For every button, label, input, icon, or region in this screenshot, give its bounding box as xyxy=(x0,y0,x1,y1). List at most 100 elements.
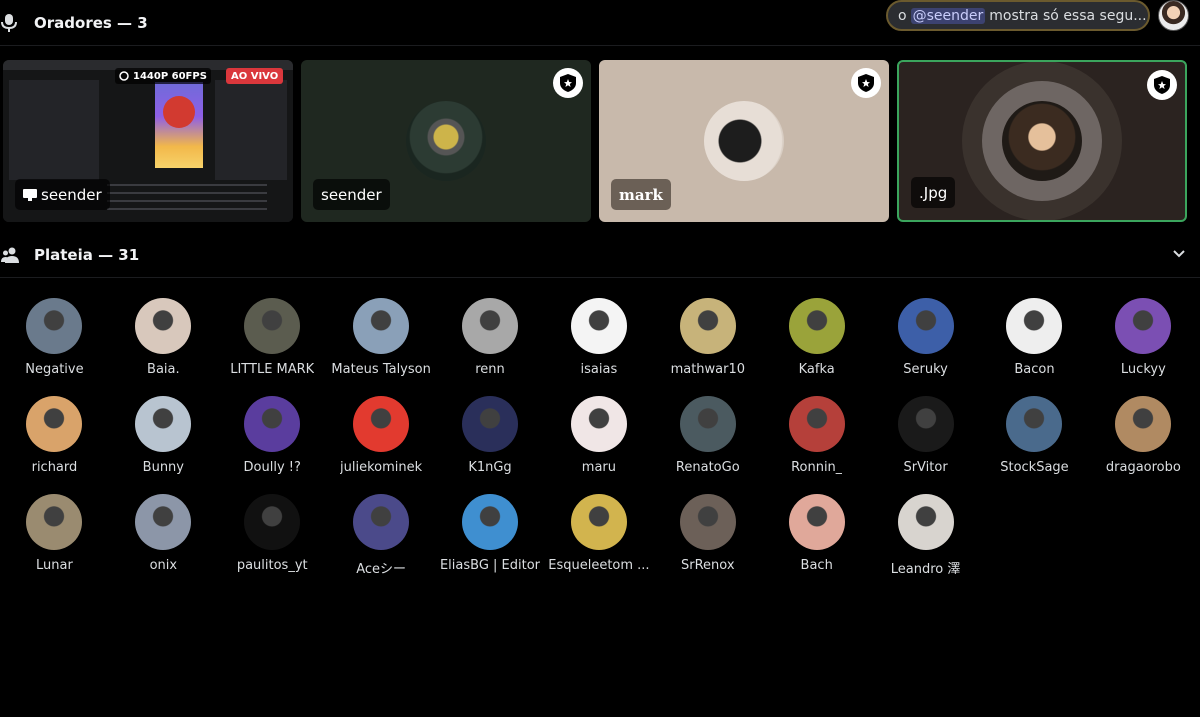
speaker-tile-mark[interactable]: mark xyxy=(599,60,889,222)
moderator-shield-icon xyxy=(1147,70,1177,100)
speaker-tile-jpg[interactable]: .Jpg xyxy=(897,60,1187,222)
audience-member[interactable]: Baia. xyxy=(109,298,218,382)
member-avatar xyxy=(897,396,954,452)
audience-member[interactable]: LITTLE MARK xyxy=(218,298,327,382)
audience-member[interactable]: Bach xyxy=(762,494,871,578)
chevron-down-icon[interactable] xyxy=(1172,249,1186,259)
stream-name-label: seender xyxy=(15,179,110,210)
member-name: Aceシー xyxy=(356,562,407,577)
speaker-avatar xyxy=(1002,101,1082,181)
chat-message-pill[interactable]: o @seender mostra só essa segu... xyxy=(886,0,1150,31)
speaker-tile-seender[interactable]: seender xyxy=(301,60,591,222)
people-icon xyxy=(1,247,19,263)
audience-member[interactable]: juliekominek xyxy=(327,396,436,480)
audience-member[interactable]: renn xyxy=(436,298,545,382)
stream-panel xyxy=(215,80,287,180)
chat-mention[interactable]: @seender xyxy=(910,7,986,24)
member-avatar xyxy=(788,396,845,452)
microphone-icon xyxy=(1,13,17,32)
member-avatar xyxy=(788,298,845,354)
member-name: Seruky xyxy=(903,362,948,377)
member-avatar xyxy=(26,494,83,550)
member-name: mathwar10 xyxy=(670,362,746,377)
member-name: Lunar xyxy=(36,558,73,573)
member-name: isaias xyxy=(580,362,618,377)
audience-member[interactable]: Leandro 澤 xyxy=(871,494,980,578)
audience-member[interactable]: SrVitor xyxy=(871,396,980,480)
audience-member[interactable]: onix xyxy=(109,494,218,578)
stream-panel xyxy=(9,80,99,180)
member-name: onix xyxy=(149,558,178,573)
member-avatar xyxy=(135,396,192,452)
member-avatar xyxy=(462,494,518,550)
audience-member[interactable]: Luckyy xyxy=(1089,298,1198,382)
member-avatar xyxy=(135,494,192,550)
member-avatar xyxy=(897,298,954,354)
audience-member[interactable]: mathwar10 xyxy=(653,298,762,382)
member-avatar xyxy=(897,494,954,550)
member-avatar xyxy=(679,298,736,354)
moderator-shield-icon xyxy=(553,68,583,98)
audience-member[interactable]: SrRenox xyxy=(653,494,762,578)
audience-member[interactable]: Ronnin_ xyxy=(762,396,871,480)
audience-member[interactable]: Aceシー xyxy=(327,494,436,578)
member-avatar xyxy=(244,298,301,354)
audience-member[interactable]: dragaorobo xyxy=(1089,396,1198,480)
screen-share-icon xyxy=(23,188,37,201)
member-name: Esqueleetom ... xyxy=(548,558,650,573)
audience-member[interactable]: Esqueleetom ... xyxy=(544,494,653,578)
audience-member[interactable]: RenatoGo xyxy=(653,396,762,480)
member-name: Ronnin_ xyxy=(791,460,843,475)
member-name: Bacon xyxy=(1014,362,1055,377)
member-name: Kafka xyxy=(798,362,835,377)
audience-member[interactable]: Bunny xyxy=(109,396,218,480)
member-name: SrRenox xyxy=(681,558,735,573)
member-name: SrVitor xyxy=(903,460,948,475)
member-avatar xyxy=(353,298,410,354)
audience-member[interactable]: K1nGg xyxy=(436,396,545,480)
audience-member[interactable]: richard xyxy=(0,396,109,480)
member-name: Bach xyxy=(800,558,833,573)
audience-member[interactable]: Seruky xyxy=(871,298,980,382)
member-name: StockSage xyxy=(1000,460,1069,475)
user-avatar[interactable] xyxy=(1158,0,1189,31)
stream-tile[interactable]: 1440P 60FPS AO VIVO seender xyxy=(3,60,293,222)
timeline-track xyxy=(107,192,267,194)
member-name: Negative xyxy=(25,362,84,377)
audience-member[interactable]: Negative xyxy=(0,298,109,382)
audience-member[interactable]: Mateus Talyson xyxy=(327,298,436,382)
member-avatar xyxy=(353,396,410,452)
member-avatar xyxy=(462,396,518,452)
member-name: renn xyxy=(475,362,505,377)
live-badge: AO VIVO xyxy=(226,68,284,84)
member-name: maru xyxy=(581,460,616,475)
member-name: Leandro 澤 xyxy=(890,562,961,577)
speakers-title: Oradores — 3 xyxy=(34,13,148,32)
member-name: Mateus Talyson xyxy=(331,362,431,377)
member-avatar xyxy=(1006,396,1063,452)
stream-user-name: seender xyxy=(41,185,102,204)
member-name: richard xyxy=(31,460,78,475)
audience-header[interactable]: Plateia — 31 xyxy=(0,232,1200,278)
audience-member[interactable]: Lunar xyxy=(0,494,109,578)
member-avatar xyxy=(679,396,736,452)
stream-quality-badge: 1440P 60FPS xyxy=(115,68,211,84)
speaker-name-label: seender xyxy=(313,179,390,210)
member-name: LITTLE MARK xyxy=(230,362,315,377)
member-name: K1nGg xyxy=(468,460,512,475)
audience-member[interactable]: EliasBG | Editor xyxy=(436,494,545,578)
audience-member[interactable]: Kafka xyxy=(762,298,871,382)
member-avatar xyxy=(1006,298,1063,354)
stream-quality-text: 1440P 60FPS xyxy=(133,70,207,82)
audience-member[interactable]: StockSage xyxy=(980,396,1089,480)
audience-member[interactable]: paulitos_yt xyxy=(218,494,327,578)
audience-member[interactable]: isaias xyxy=(544,298,653,382)
member-name: juliekominek xyxy=(340,460,423,475)
member-name: EliasBG | Editor xyxy=(439,558,541,573)
audience-member[interactable]: maru xyxy=(544,396,653,480)
member-avatar xyxy=(135,298,192,354)
audience-member[interactable]: Bacon xyxy=(980,298,1089,382)
audience-member[interactable]: Doully !? xyxy=(218,396,327,480)
stream-quality-icon xyxy=(119,71,129,81)
member-avatar xyxy=(679,494,736,550)
